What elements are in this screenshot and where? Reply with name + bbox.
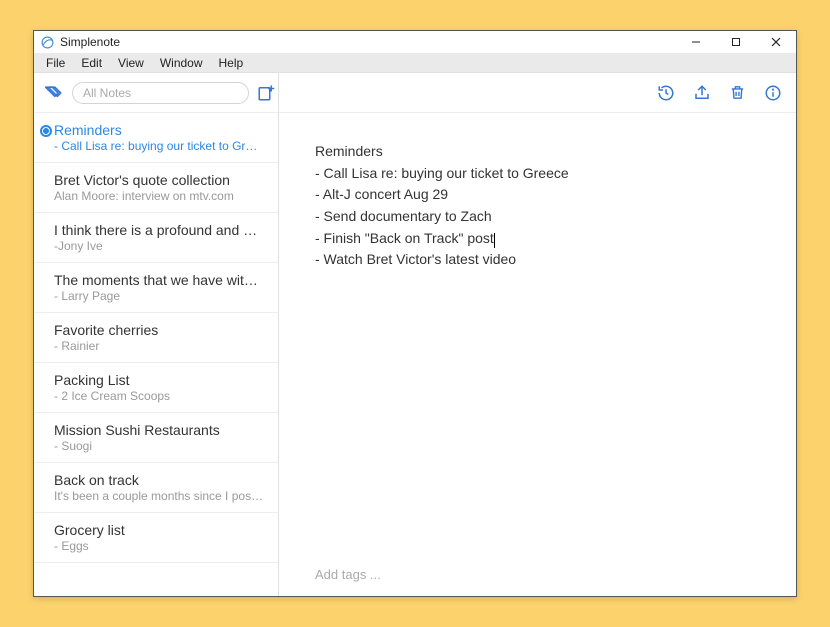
app-window: Simplenote File Edit View Window Help — [33, 30, 797, 597]
trash-icon[interactable] — [729, 84, 746, 101]
editor-line: - Send documentary to Zach — [315, 206, 760, 228]
note-item[interactable]: Grocery list- Eggs — [34, 513, 278, 563]
note-item[interactable]: Mission Sushi Restaurants- Suogi — [34, 413, 278, 463]
note-preview: - Larry Page — [54, 289, 264, 303]
note-item[interactable]: Bret Victor's quote collectionAlan Moore… — [34, 163, 278, 213]
content-area: Reminders- Call Lisa re: buying our tick… — [34, 73, 796, 596]
editor-line: - Finish "Back on Track" post — [315, 228, 760, 250]
note-item[interactable]: Reminders- Call Lisa re: buying our tick… — [34, 113, 278, 163]
editor-line: Reminders — [315, 141, 760, 163]
titlebar: Simplenote — [34, 31, 796, 53]
tag-input[interactable]: Add tags ... — [279, 557, 796, 596]
close-button[interactable] — [756, 31, 796, 53]
note-title: Grocery list — [54, 522, 264, 538]
tags-icon[interactable] — [44, 83, 64, 103]
note-title: Back on track — [54, 472, 264, 488]
note-item[interactable]: Back on trackIt's been a couple months s… — [34, 463, 278, 513]
menu-window[interactable]: Window — [152, 54, 211, 72]
menu-view[interactable]: View — [110, 54, 152, 72]
note-item[interactable]: Packing List- 2 Ice Cream Scoops — [34, 363, 278, 413]
share-icon[interactable] — [693, 84, 711, 102]
note-preview: Alan Moore: interview on mtv.com — [54, 189, 264, 203]
sidebar: Reminders- Call Lisa re: buying our tick… — [34, 73, 279, 596]
note-title: Favorite cherries — [54, 322, 264, 338]
maximize-button[interactable] — [716, 31, 756, 53]
menu-file[interactable]: File — [38, 54, 73, 72]
note-preview: - Call Lisa re: buying our ticket to Gre… — [54, 139, 264, 153]
new-note-icon[interactable] — [257, 84, 275, 102]
info-icon[interactable] — [764, 84, 782, 102]
note-title: Mission Sushi Restaurants — [54, 422, 264, 438]
note-title: I think there is a profound and enduring… — [54, 222, 264, 238]
app-logo-icon — [40, 35, 54, 49]
editor-content[interactable]: Reminders- Call Lisa re: buying our tick… — [279, 113, 796, 557]
editor-line: - Alt-J concert Aug 29 — [315, 184, 760, 206]
sidebar-toolbar — [34, 73, 278, 113]
text-cursor — [494, 233, 495, 248]
note-title: Reminders — [54, 122, 264, 138]
note-preview: - Rainier — [54, 339, 264, 353]
note-title: The moments that we have with friends ..… — [54, 272, 264, 288]
note-title: Packing List — [54, 372, 264, 388]
minimize-button[interactable] — [676, 31, 716, 53]
note-item[interactable]: Favorite cherries- Rainier — [34, 313, 278, 363]
menu-edit[interactable]: Edit — [73, 54, 110, 72]
note-preview: - Eggs — [54, 539, 264, 553]
note-title: Bret Victor's quote collection — [54, 172, 264, 188]
note-item[interactable]: The moments that we have with friends ..… — [34, 263, 278, 313]
editor-line: - Call Lisa re: buying our ticket to Gre… — [315, 163, 760, 185]
note-preview: - Suogi — [54, 439, 264, 453]
menu-help[interactable]: Help — [211, 54, 252, 72]
editor-line: - Watch Bret Victor's latest video — [315, 249, 760, 271]
history-icon[interactable] — [657, 84, 675, 102]
note-preview: -Jony Ive — [54, 239, 264, 253]
note-item[interactable]: I think there is a profound and enduring… — [34, 213, 278, 263]
note-editor: Reminders- Call Lisa re: buying our tick… — [279, 73, 796, 596]
app-title: Simplenote — [60, 35, 676, 49]
menubar: File Edit View Window Help — [34, 53, 796, 73]
notes-list: Reminders- Call Lisa re: buying our tick… — [34, 113, 278, 596]
note-preview: - 2 Ice Cream Scoops — [54, 389, 264, 403]
editor-toolbar — [279, 73, 796, 113]
window-controls — [676, 31, 796, 53]
search-input[interactable] — [72, 82, 249, 104]
note-preview: It's been a couple months since I posted… — [54, 489, 264, 503]
